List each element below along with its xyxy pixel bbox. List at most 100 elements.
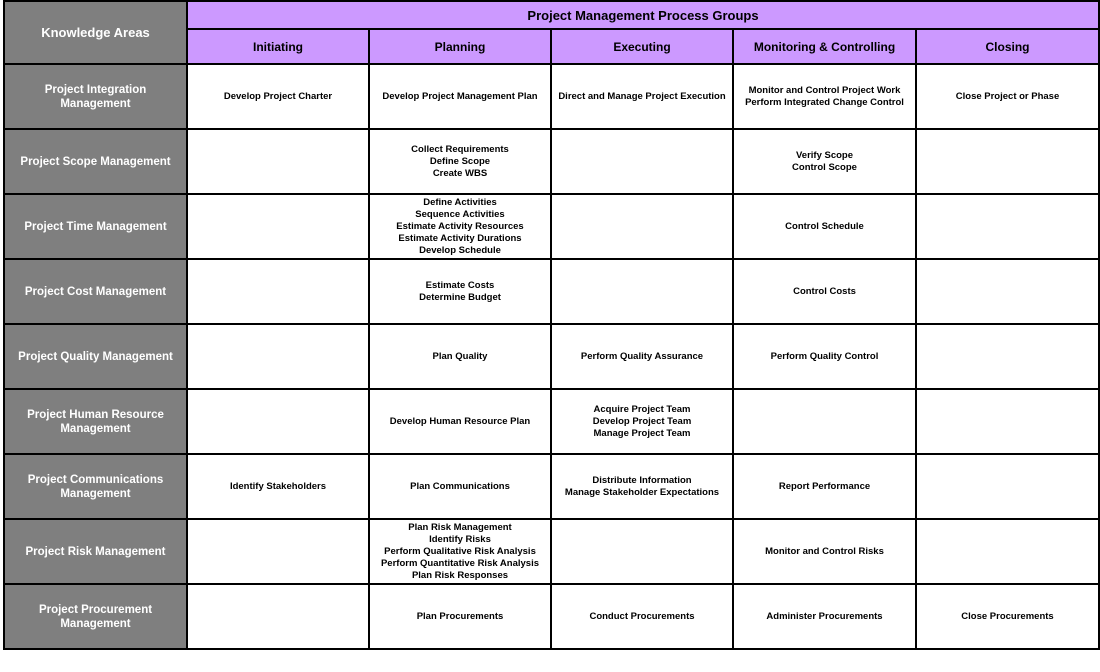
process-cell-initiating (186, 258, 370, 325)
process-name: Close Project or Phase (955, 90, 1060, 102)
knowledge-areas-header: Knowledge Areas (3, 0, 188, 65)
process-name: Develop Project Management Plan (382, 90, 538, 102)
process-cell-monitoring-controlling: Perform Quality Control (732, 323, 917, 390)
process-cell-planning: Plan Risk Management Identify Risks Perfor… (368, 518, 552, 585)
process-cell-initiating (186, 388, 370, 455)
process-name: Monitor and Control Project Work (748, 84, 901, 96)
process-cell-initiating (186, 583, 370, 650)
process-name: Develop Project Team (592, 415, 692, 427)
process-cell-closing: Close Procurements (914, 583, 1100, 650)
process-cell-planning: Collect Requirements Define Scope Create W… (368, 128, 552, 195)
knowledge-area-row: Project Risk Management Plan Risk Managem… (3, 518, 1100, 585)
process-cell-monitoring-controlling: Monitor and Control Risks (732, 518, 917, 585)
process-name: Estimate Activity Durations (398, 232, 522, 244)
process-matrix-table: Knowledge Areas Project Management Proce… (3, 0, 1100, 650)
process-cell-monitoring-controlling: Verify Scope Control Scope (732, 128, 917, 195)
process-cell-planning: Define Activities Sequence Activities Esti… (368, 193, 552, 260)
process-group-planning: Planning (368, 28, 552, 65)
process-name: Control Costs (793, 285, 856, 297)
process-name: Define Scope (429, 155, 491, 167)
process-name: Estimate Costs (425, 279, 495, 291)
process-name: Control Schedule (785, 220, 864, 232)
process-cell-monitoring-controlling: Administer Procurements (732, 583, 917, 650)
process-cell-initiating (186, 128, 370, 195)
process-name: Plan Communications (410, 480, 510, 492)
process-name: Estimate Activity Resources (396, 220, 524, 232)
knowledge-area-row: Project Quality Management Plan Quality Pe… (3, 323, 1100, 390)
process-cell-executing (550, 518, 734, 585)
knowledge-area-row: Project Communications Management Identif… (3, 453, 1100, 520)
process-name: Define Activities (423, 196, 497, 208)
process-cell-monitoring-controlling: Report Performance (732, 453, 917, 520)
process-name: Develop Human Resource Plan (389, 415, 531, 427)
knowledge-area-label: Project Cost Management (3, 258, 188, 325)
process-name: Perform Qualitative Risk Analysis (384, 545, 536, 557)
process-name: Plan Risk Management (408, 521, 512, 533)
process-group-initiating: Initiating (186, 28, 370, 65)
process-name: Perform Quantitative Risk Analysis (380, 557, 540, 569)
process-cell-monitoring-controlling: Control Schedule (732, 193, 917, 260)
knowledge-area-label: Project Procurement Management (3, 583, 188, 650)
process-name: Manage Stakeholder Expectations (564, 486, 720, 498)
process-cell-monitoring-controlling: Control Costs (732, 258, 917, 325)
process-groups-title: Project Management Process Groups (185, 0, 1100, 30)
process-cell-executing: Conduct Procurements (550, 583, 734, 650)
process-name: Manage Project Team (593, 427, 691, 439)
process-name: Report Performance (778, 480, 871, 492)
process-cell-closing: Close Project or Phase (914, 63, 1100, 130)
knowledge-area-row: Project Scope Management Collect Requirem… (3, 128, 1100, 195)
process-cell-executing: Distribute Information Manage Stakeholder… (550, 453, 734, 520)
process-cell-executing (550, 193, 734, 260)
process-cell-initiating (186, 323, 370, 390)
process-name: Collect Requirements (411, 143, 509, 155)
process-name: Verify Scope (795, 149, 854, 161)
process-cell-executing (550, 128, 734, 195)
process-cell-monitoring-controlling: Monitor and Control Project Work Perform … (732, 63, 917, 130)
process-name: Distribute Information (592, 474, 692, 486)
process-name: Plan Quality (432, 350, 488, 362)
process-cell-closing (914, 453, 1100, 520)
process-name: Administer Procurements (766, 610, 883, 622)
process-cell-executing: Perform Quality Assurance (550, 323, 734, 390)
matrix-body: Project Integration Management Develop Pr… (3, 63, 1100, 650)
process-cell-closing (914, 193, 1100, 260)
process-cell-initiating: Develop Project Charter (186, 63, 370, 130)
process-cell-closing (914, 518, 1100, 585)
process-cell-planning: Estimate Costs Determine Budget (368, 258, 552, 325)
knowledge-area-label: Project Quality Management (3, 323, 188, 390)
knowledge-area-label: Project Human Resource Management (3, 388, 188, 455)
process-cell-closing (914, 323, 1100, 390)
knowledge-area-label: Project Risk Management (3, 518, 188, 585)
process-name: Conduct Procurements (589, 610, 695, 622)
process-cell-planning: Plan Quality (368, 323, 552, 390)
process-name: Perform Quality Assurance (580, 350, 704, 362)
process-cell-closing (914, 388, 1100, 455)
process-name: Identify Risks (429, 533, 491, 545)
process-name: Identify Stakeholders (229, 480, 327, 492)
process-cell-monitoring-controlling (732, 388, 917, 455)
process-name: Plan Risk Responses (411, 569, 509, 581)
process-name: Monitor and Control Risks (765, 545, 884, 557)
process-group-monitoring-controlling: Monitoring & Controlling (732, 28, 917, 65)
process-cell-executing: Direct and Manage Project Execution (550, 63, 734, 130)
process-name: Direct and Manage Project Execution (558, 90, 726, 102)
knowledge-area-row: Project Cost Management Estimate Costs Det… (3, 258, 1100, 325)
process-name: Perform Quality Control (770, 350, 879, 362)
knowledge-area-label: Project Time Management (3, 193, 188, 260)
process-cell-planning: Develop Project Management Plan (368, 63, 552, 130)
process-cell-initiating (186, 193, 370, 260)
process-name: Perform Integrated Change Control (745, 96, 904, 108)
process-name: Develop Schedule (419, 244, 501, 256)
process-cell-closing (914, 258, 1100, 325)
knowledge-area-label: Project Integration Management (3, 63, 188, 130)
knowledge-area-row: Project Human Resource Management Develop… (3, 388, 1100, 455)
process-name: Acquire Project Team (593, 403, 691, 415)
process-cell-executing (550, 258, 734, 325)
process-name: Plan Procurements (416, 610, 504, 622)
process-cell-closing (914, 128, 1100, 195)
process-cell-initiating: Identify Stakeholders (186, 453, 370, 520)
knowledge-area-label: Project Communications Management (3, 453, 188, 520)
process-name: Create WBS (432, 167, 488, 179)
knowledge-area-row: Project Integration Management Develop Pr… (3, 63, 1100, 130)
process-cell-planning: Plan Procurements (368, 583, 552, 650)
